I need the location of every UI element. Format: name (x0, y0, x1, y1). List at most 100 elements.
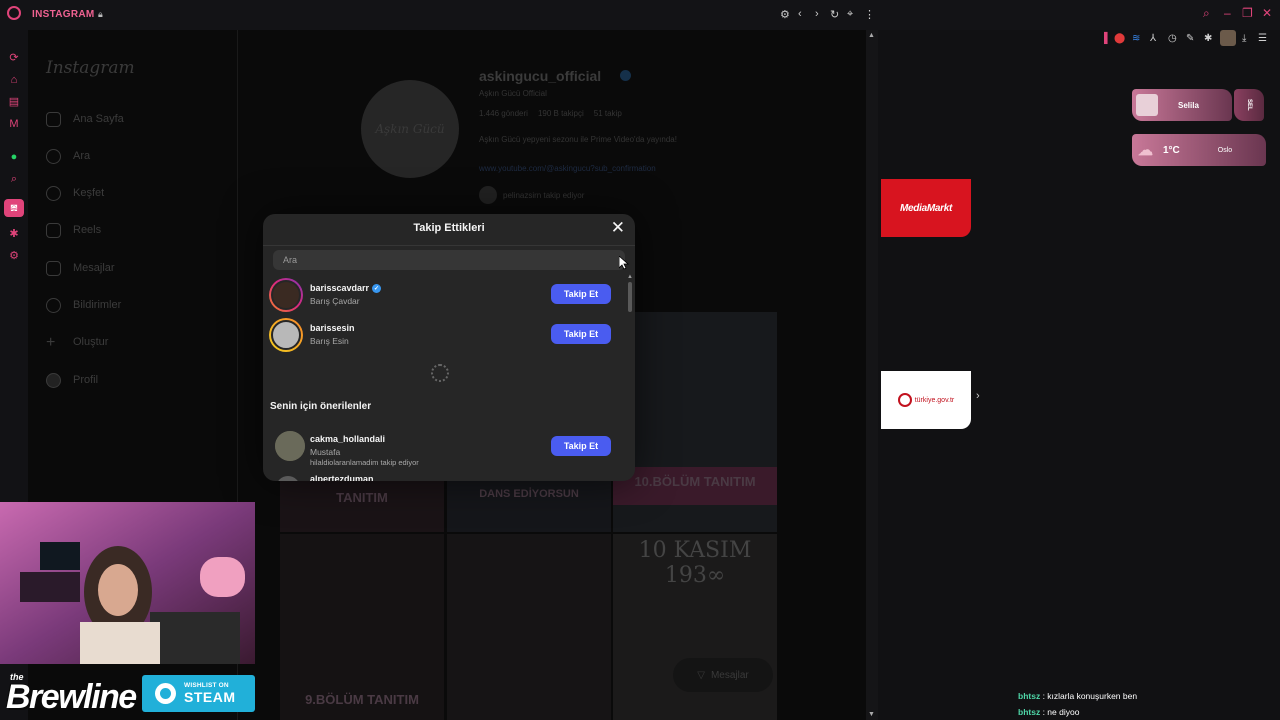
following-count[interactable]: 51 takip (594, 109, 622, 118)
username-text: barissesin (310, 323, 355, 333)
nav-item-profile[interactable]: Profil (46, 370, 98, 390)
pen-icon[interactable]: ✎ (1186, 33, 1194, 44)
list-item[interactable]: barisscavdarr ✓ Barış Çavdar Takip Et (269, 278, 619, 314)
easy-setup-icon[interactable]: ☰ (1258, 33, 1267, 44)
settings-sidebar-icon[interactable]: ⚙︎ (7, 249, 21, 263)
instagram-logo: Instagram (46, 58, 135, 78)
download-icon[interactable]: ⤓ (1242, 33, 1246, 44)
whatsapp-icon[interactable]: ● (7, 150, 21, 164)
mutual-note: hilaldiolaranlamadim takip ediyor (310, 458, 419, 467)
profile-widget[interactable]: Selila (1132, 89, 1232, 121)
badge-widget[interactable]: SEL (1234, 89, 1264, 121)
modal-title: Takip Ettikleri (413, 222, 485, 234)
translate-icon[interactable]: ⅄ (1150, 33, 1156, 44)
chat-text: ne diyoo (1047, 707, 1080, 717)
username[interactable]: barisscavdarr ✓ (310, 283, 382, 293)
messages-floating-button[interactable]: ▽ Mesajlar (673, 658, 773, 692)
profile-link[interactable]: www.youtube.com/@askingucu?sub_confirmat… (479, 164, 656, 173)
list-item[interactable]: barissesin Barış Esin Takip Et (269, 318, 619, 354)
restore-icon[interactable]: ❐ (1242, 6, 1253, 20)
chevron-right-icon[interactable]: › (976, 390, 980, 402)
verified-icon (620, 70, 631, 81)
page-scrollbar[interactable]: ▲ ▼ (866, 30, 878, 720)
follow-button[interactable]: Takip Et (551, 324, 611, 344)
search-icon[interactable]: ⌕ (1203, 6, 1210, 21)
puzzle-icon[interactable]: ✱ (1204, 33, 1212, 44)
profile-avatar-text: Aşkın Gücü (375, 122, 445, 136)
nav-item-reels[interactable]: Reels (46, 220, 101, 240)
followers-count[interactable]: 190 B takipçi (538, 109, 584, 118)
search-input[interactable] (273, 250, 625, 270)
weather-temp: 1°C (1163, 144, 1180, 156)
search-sidebar-icon[interactable]: ⌕ (7, 172, 21, 186)
chat-text: kızlarla konuşurken ben (1047, 691, 1138, 701)
nav-item-explore[interactable]: Keşfet (46, 183, 104, 203)
avatar[interactable] (1220, 30, 1236, 46)
steam-line2: STEAM (184, 688, 236, 705)
follow-button[interactable]: Takip Et (551, 436, 611, 456)
user-avatar[interactable] (269, 278, 303, 312)
follower-avatar (479, 186, 497, 204)
post-tile[interactable]: 10 KASIM 193∞ (613, 534, 777, 720)
pin-icon[interactable]: ⌖ (847, 8, 853, 21)
nav-item-notifications[interactable]: Bildirimler (46, 295, 121, 315)
modal-scrollbar[interactable] (628, 282, 632, 312)
site-title: INSTAGRAM (32, 9, 95, 20)
more-menu-icon[interactable]: ⋮ (864, 8, 875, 21)
settings-icon[interactable]: ⚙︎ (780, 8, 790, 21)
steam-wishlist-badge[interactable]: WISHLIST ON STEAM (142, 675, 255, 712)
right-pane: ▌ ⬤ ≋ ⅄ ◷ ✎ ✱ ⤓ ☰ Selila SEL ☁︎ 1°C Oslo… (878, 30, 1280, 720)
follow-button[interactable]: Takip Et (551, 284, 611, 304)
workspace-icon[interactable]: ⌂ (7, 73, 21, 87)
messenger-icon[interactable]: M (7, 117, 21, 131)
scroll-up-icon[interactable]: ▲ (868, 32, 875, 39)
puzzle-icon[interactable]: ✱ (7, 227, 21, 241)
chat-username: bhtsz (1018, 691, 1041, 701)
profile-avatar[interactable]: Aşkın Gücü (361, 80, 459, 178)
aria-icon[interactable]: ⟳ (7, 51, 21, 65)
close-window-icon[interactable]: ✕ (1262, 6, 1272, 20)
avatar-image (275, 431, 305, 461)
posts-count: 1.446 gönderi (479, 109, 528, 118)
username[interactable]: cakma_hollandali (310, 434, 385, 444)
back-icon[interactable]: ‹ (798, 8, 802, 20)
vpn-icon[interactable]: ≋ (1132, 33, 1140, 44)
nav-label: Ara (73, 150, 91, 162)
user-avatar[interactable] (269, 318, 303, 352)
mediamarkt-speed-dial[interactable]: MediaMarkt (881, 179, 971, 237)
post-tile[interactable]: 10.BÖLÜM TANITIM (613, 312, 777, 532)
nav-item-home[interactable]: Ana Sayfa (46, 109, 124, 129)
post-tile[interactable] (447, 534, 611, 720)
scroll-up-icon[interactable]: ▲ (627, 274, 633, 280)
username[interactable]: alpertezduman (310, 474, 374, 481)
opera-logo-icon[interactable] (7, 6, 21, 20)
tile-label: türkiye.gov.tr (914, 396, 955, 404)
forward-icon[interactable]: › (815, 8, 819, 20)
post-tile[interactable]: 9.BÖLÜM TANITIM (280, 534, 444, 720)
timer-icon[interactable]: ◷ (1168, 33, 1177, 44)
post-label: TANITIM (336, 490, 388, 505)
user-avatar[interactable] (276, 476, 300, 481)
nav-item-search[interactable]: Ara (46, 146, 90, 166)
suggested-heading: Senin için önerilenler (270, 401, 372, 412)
record-icon[interactable]: ▌ (1104, 33, 1111, 44)
nav-label: Ana Sayfa (73, 113, 124, 125)
username[interactable]: barissesin (310, 323, 355, 333)
list-item[interactable]: cakma_hollandali Mustafa hilaldiolaranla… (269, 429, 619, 467)
nav-item-messages[interactable]: Mesajlar (46, 258, 115, 278)
scroll-down-icon[interactable]: ▼ (868, 711, 875, 718)
nav-item-create[interactable]: + Oluştur (46, 332, 108, 352)
reload-icon[interactable]: ↻ (830, 8, 839, 21)
weather-widget[interactable]: ☁︎ 1°C Oslo (1132, 134, 1266, 166)
clock-icon[interactable]: ◷ (7, 205, 21, 219)
minimize-icon[interactable]: – (1224, 6, 1231, 20)
steam-text: WISHLIST ON STEAM (184, 683, 236, 704)
chat-username: bhtsz (1018, 707, 1041, 717)
close-icon[interactable]: ✕ (611, 219, 625, 237)
turkiye-gov-speed-dial[interactable]: türkiye.gov.tr (881, 371, 971, 429)
adblock-icon[interactable]: ⬤ (1114, 33, 1125, 44)
nav-label: Oluştur (73, 336, 109, 348)
user-avatar[interactable] (275, 431, 305, 461)
wallet-icon[interactable]: ▤ (7, 95, 21, 109)
post-label: 10 KASIM 193∞ (638, 538, 752, 588)
